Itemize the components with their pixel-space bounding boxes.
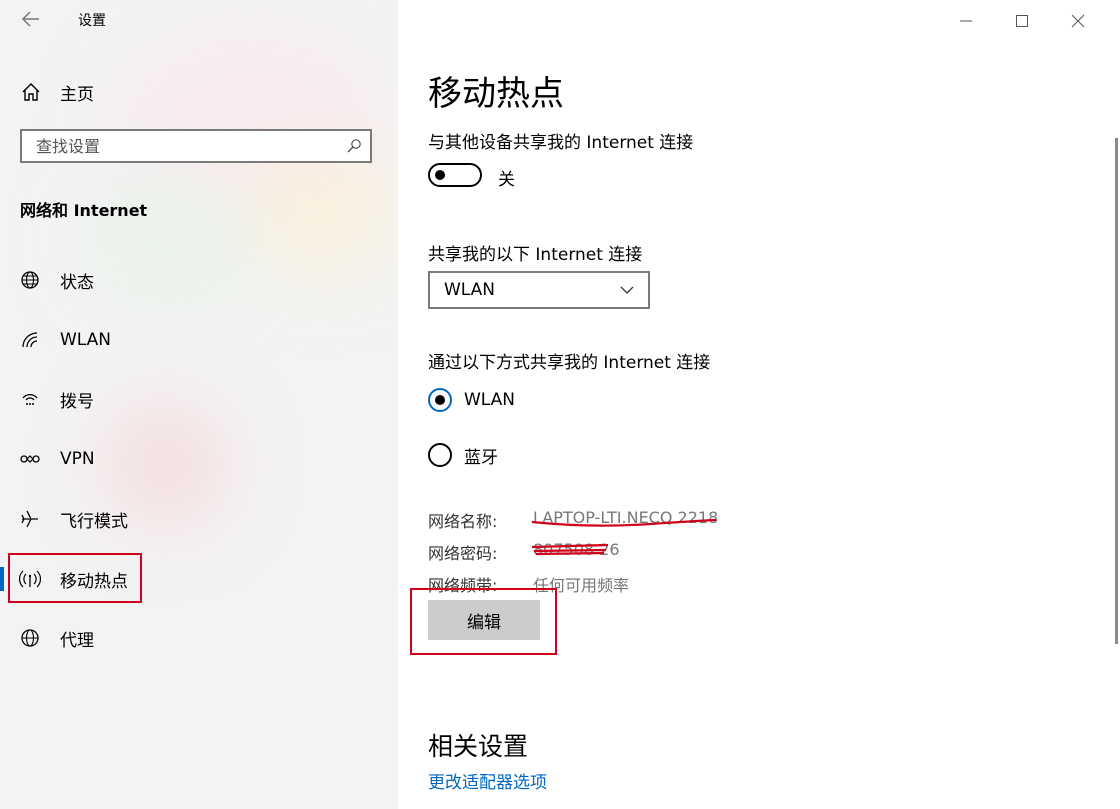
minimize-icon — [960, 20, 972, 22]
network-name-key: 网络名称: — [428, 512, 498, 531]
sidebar-item-status[interactable]: 状态 — [0, 258, 398, 302]
search-input[interactable] — [22, 131, 336, 161]
search-box[interactable] — [20, 129, 372, 163]
close-button[interactable] — [1050, 10, 1106, 32]
sidebar-item-vpn[interactable]: VPN — [0, 437, 398, 481]
airplane-icon — [21, 510, 38, 528]
change-adapter-options-link[interactable]: 更改适配器选项 — [428, 768, 547, 793]
share-from-label: 共享我的以下 Internet 连接 — [428, 245, 643, 265]
sidebar-item-label: 主页 — [60, 84, 94, 105]
maximize-icon — [1016, 15, 1028, 27]
redaction-scribble — [531, 543, 609, 556]
toggle-state-label: 关 — [498, 170, 515, 190]
window-controls — [938, 10, 1106, 32]
annotation-highlight-box — [8, 553, 142, 603]
vpn-icon — [20, 455, 40, 463]
globe-proxy-icon — [21, 629, 39, 647]
scrollbar[interactable] — [1115, 138, 1118, 644]
share-toggle[interactable] — [428, 163, 482, 187]
sidebar-item-dialup[interactable]: 拨号 — [0, 377, 398, 421]
sidebar-item-label: WLAN — [60, 330, 112, 350]
sidebar: 设置 主页 网络和 Internet 状态 WLAN — [0, 0, 398, 809]
share-from-dropdown[interactable]: WLAN — [428, 271, 650, 309]
back-arrow-icon[interactable] — [20, 8, 42, 30]
share-over-label: 通过以下方式共享我的 Internet 连接 — [428, 353, 711, 373]
radio-label: WLAN — [464, 390, 516, 410]
radio-button[interactable] — [428, 388, 452, 412]
annotation-highlight-box — [410, 588, 557, 655]
related-settings-title: 相关设置 — [428, 732, 529, 761]
dropdown-value: WLAN — [444, 280, 496, 300]
minimize-button[interactable] — [938, 10, 994, 32]
dialup-icon — [22, 394, 38, 405]
close-icon — [1071, 14, 1085, 28]
wifi-icon — [22, 332, 38, 348]
radio-button[interactable] — [428, 443, 452, 467]
sidebar-item-label: 状态 — [60, 272, 94, 293]
redaction-scribble — [531, 518, 717, 527]
sidebar-item-label: 飞行模式 — [60, 511, 128, 532]
maximize-button[interactable] — [994, 10, 1050, 32]
sidebar-item-airplane-mode[interactable]: 飞行模式 — [0, 497, 398, 541]
page-title: 移动热点 — [428, 74, 564, 114]
sidebar-item-wlan[interactable]: WLAN — [0, 318, 398, 362]
radio-label: 蓝牙 — [464, 447, 498, 468]
home-icon — [22, 83, 40, 101]
sidebar-item-label: VPN — [60, 449, 95, 469]
radio-wlan[interactable]: WLAN — [428, 387, 515, 413]
background-blur — [240, 150, 398, 270]
window-title: 设置 — [78, 13, 106, 29]
globe-status-icon — [21, 271, 39, 289]
sidebar-item-proxy[interactable]: 代理 — [0, 616, 398, 660]
sidebar-item-label: 代理 — [60, 630, 94, 651]
search-icon[interactable] — [346, 138, 362, 154]
share-label: 与其他设备共享我的 Internet 连接 — [428, 133, 694, 153]
network-password-key: 网络密码: — [428, 544, 498, 563]
sidebar-item-label: 拨号 — [60, 391, 94, 412]
toggle-knob — [435, 170, 445, 180]
section-title: 网络和 Internet — [20, 201, 148, 220]
sidebar-item-home[interactable]: 主页 — [20, 78, 94, 106]
chevron-down-icon — [620, 286, 634, 294]
radio-bluetooth[interactable]: 蓝牙 — [428, 442, 498, 468]
